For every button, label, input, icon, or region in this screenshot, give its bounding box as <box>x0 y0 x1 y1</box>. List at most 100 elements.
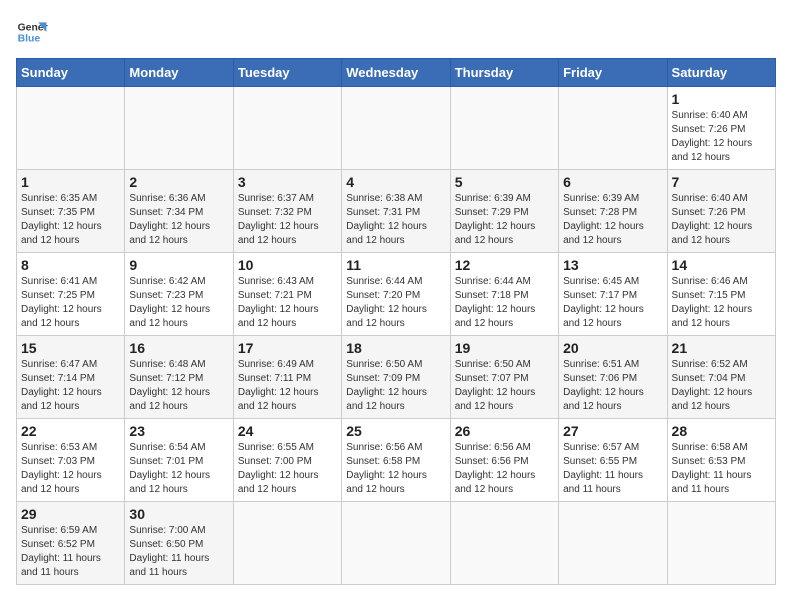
day-info: Sunrise: 6:47 AM Sunset: 7:14 PMDaylight… <box>21 358 120 414</box>
day-number: 23 <box>129 423 228 439</box>
calendar-week-row: 1 Sunrise: 6:40 AM Sunset: 7:26 PMDaylig… <box>17 87 776 170</box>
logo-icon: General Blue <box>16 16 48 48</box>
calendar-day-cell: 7 Sunrise: 6:40 AM Sunset: 7:26 PMDaylig… <box>667 170 775 253</box>
day-number: 17 <box>238 340 337 356</box>
calendar-day-cell <box>667 502 775 585</box>
page-header: General Blue <box>16 16 776 48</box>
day-info: Sunrise: 6:45 AM Sunset: 7:17 PMDaylight… <box>563 275 662 331</box>
day-info: Sunrise: 6:56 AM Sunset: 6:56 PMDaylight… <box>455 441 554 497</box>
calendar-day-cell: 10 Sunrise: 6:43 AM Sunset: 7:21 PMDayli… <box>233 253 341 336</box>
day-number: 19 <box>455 340 554 356</box>
calendar-week-row: 22 Sunrise: 6:53 AM Sunset: 7:03 PMDayli… <box>17 419 776 502</box>
calendar-day-cell <box>342 502 450 585</box>
day-header-thursday: Thursday <box>450 59 558 87</box>
calendar-day-cell: 19 Sunrise: 6:50 AM Sunset: 7:07 PMDayli… <box>450 336 558 419</box>
calendar-day-cell: 15 Sunrise: 6:47 AM Sunset: 7:14 PMDayli… <box>17 336 125 419</box>
day-info: Sunrise: 6:37 AM Sunset: 7:32 PMDaylight… <box>238 192 337 248</box>
day-info: Sunrise: 6:50 AM Sunset: 7:07 PMDaylight… <box>455 358 554 414</box>
calendar-day-cell: 21 Sunrise: 6:52 AM Sunset: 7:04 PMDayli… <box>667 336 775 419</box>
day-number: 28 <box>672 423 771 439</box>
calendar-day-cell <box>450 502 558 585</box>
calendar-day-cell: 2 Sunrise: 6:36 AM Sunset: 7:34 PMDaylig… <box>125 170 233 253</box>
calendar-day-cell: 27 Sunrise: 6:57 AM Sunset: 6:55 PMDayli… <box>559 419 667 502</box>
calendar-day-cell: 9 Sunrise: 6:42 AM Sunset: 7:23 PMDaylig… <box>125 253 233 336</box>
day-number: 22 <box>21 423 120 439</box>
day-info: Sunrise: 6:40 AM Sunset: 7:26 PMDaylight… <box>672 192 771 248</box>
day-info: Sunrise: 6:35 AM Sunset: 7:35 PMDaylight… <box>21 192 120 248</box>
day-info: Sunrise: 6:57 AM Sunset: 6:55 PMDaylight… <box>563 441 662 497</box>
calendar-day-cell <box>125 87 233 170</box>
day-number: 21 <box>672 340 771 356</box>
calendar-day-cell: 11 Sunrise: 6:44 AM Sunset: 7:20 PMDayli… <box>342 253 450 336</box>
calendar-day-cell: 1 Sunrise: 6:35 AM Sunset: 7:35 PMDaylig… <box>17 170 125 253</box>
day-info: Sunrise: 6:41 AM Sunset: 7:25 PMDaylight… <box>21 275 120 331</box>
calendar-day-cell: 4 Sunrise: 6:38 AM Sunset: 7:31 PMDaylig… <box>342 170 450 253</box>
calendar-day-cell: 23 Sunrise: 6:54 AM Sunset: 7:01 PMDayli… <box>125 419 233 502</box>
day-header-wednesday: Wednesday <box>342 59 450 87</box>
day-info: Sunrise: 6:48 AM Sunset: 7:12 PMDaylight… <box>129 358 228 414</box>
day-info: Sunrise: 6:36 AM Sunset: 7:34 PMDaylight… <box>129 192 228 248</box>
day-info: Sunrise: 6:40 AM Sunset: 7:26 PMDaylight… <box>672 109 771 165</box>
calendar-day-cell: 14 Sunrise: 6:46 AM Sunset: 7:15 PMDayli… <box>667 253 775 336</box>
calendar-day-cell <box>559 502 667 585</box>
day-number: 13 <box>563 257 662 273</box>
day-number: 3 <box>238 174 337 190</box>
day-number: 26 <box>455 423 554 439</box>
day-info: Sunrise: 7:00 AM Sunset: 6:50 PMDaylight… <box>129 524 228 580</box>
calendar-day-cell <box>342 87 450 170</box>
calendar-day-cell: 13 Sunrise: 6:45 AM Sunset: 7:17 PMDayli… <box>559 253 667 336</box>
day-number: 11 <box>346 257 445 273</box>
calendar-day-cell: 12 Sunrise: 6:44 AM Sunset: 7:18 PMDayli… <box>450 253 558 336</box>
day-number: 14 <box>672 257 771 273</box>
calendar-day-cell: 6 Sunrise: 6:39 AM Sunset: 7:28 PMDaylig… <box>559 170 667 253</box>
day-info: Sunrise: 6:58 AM Sunset: 6:53 PMDaylight… <box>672 441 771 497</box>
calendar-day-cell: 28 Sunrise: 6:58 AM Sunset: 6:53 PMDayli… <box>667 419 775 502</box>
day-number: 27 <box>563 423 662 439</box>
day-info: Sunrise: 6:55 AM Sunset: 7:00 PMDaylight… <box>238 441 337 497</box>
day-info: Sunrise: 6:42 AM Sunset: 7:23 PMDaylight… <box>129 275 228 331</box>
calendar-day-cell: 20 Sunrise: 6:51 AM Sunset: 7:06 PMDayli… <box>559 336 667 419</box>
day-number: 1 <box>672 91 771 107</box>
calendar-day-cell <box>559 87 667 170</box>
calendar-week-row: 1 Sunrise: 6:35 AM Sunset: 7:35 PMDaylig… <box>17 170 776 253</box>
day-number: 5 <box>455 174 554 190</box>
day-info: Sunrise: 6:49 AM Sunset: 7:11 PMDaylight… <box>238 358 337 414</box>
calendar-day-cell: 26 Sunrise: 6:56 AM Sunset: 6:56 PMDayli… <box>450 419 558 502</box>
day-number: 15 <box>21 340 120 356</box>
calendar-day-cell <box>233 502 341 585</box>
calendar-day-cell: 24 Sunrise: 6:55 AM Sunset: 7:00 PMDayli… <box>233 419 341 502</box>
day-number: 16 <box>129 340 228 356</box>
day-number: 8 <box>21 257 120 273</box>
day-info: Sunrise: 6:46 AM Sunset: 7:15 PMDaylight… <box>672 275 771 331</box>
day-number: 30 <box>129 506 228 522</box>
calendar-day-cell: 25 Sunrise: 6:56 AM Sunset: 6:58 PMDayli… <box>342 419 450 502</box>
svg-text:Blue: Blue <box>18 34 41 45</box>
day-info: Sunrise: 6:51 AM Sunset: 7:06 PMDaylight… <box>563 358 662 414</box>
calendar-day-cell: 16 Sunrise: 6:48 AM Sunset: 7:12 PMDayli… <box>125 336 233 419</box>
calendar-day-cell: 18 Sunrise: 6:50 AM Sunset: 7:09 PMDayli… <box>342 336 450 419</box>
calendar-week-row: 15 Sunrise: 6:47 AM Sunset: 7:14 PMDayli… <box>17 336 776 419</box>
day-info: Sunrise: 6:50 AM Sunset: 7:09 PMDaylight… <box>346 358 445 414</box>
day-number: 10 <box>238 257 337 273</box>
calendar-day-cell: 1 Sunrise: 6:40 AM Sunset: 7:26 PMDaylig… <box>667 87 775 170</box>
calendar-day-cell: 29 Sunrise: 6:59 AM Sunset: 6:52 PMDayli… <box>17 502 125 585</box>
day-header-monday: Monday <box>125 59 233 87</box>
day-number: 20 <box>563 340 662 356</box>
day-number: 2 <box>129 174 228 190</box>
calendar-week-row: 29 Sunrise: 6:59 AM Sunset: 6:52 PMDayli… <box>17 502 776 585</box>
day-info: Sunrise: 6:54 AM Sunset: 7:01 PMDaylight… <box>129 441 228 497</box>
day-number: 12 <box>455 257 554 273</box>
calendar-day-cell: 5 Sunrise: 6:39 AM Sunset: 7:29 PMDaylig… <box>450 170 558 253</box>
day-info: Sunrise: 6:44 AM Sunset: 7:20 PMDaylight… <box>346 275 445 331</box>
day-header-friday: Friday <box>559 59 667 87</box>
day-number: 29 <box>21 506 120 522</box>
calendar-day-cell: 22 Sunrise: 6:53 AM Sunset: 7:03 PMDayli… <box>17 419 125 502</box>
calendar-day-cell <box>450 87 558 170</box>
day-info: Sunrise: 6:44 AM Sunset: 7:18 PMDaylight… <box>455 275 554 331</box>
logo: General Blue <box>16 16 48 48</box>
calendar-table: SundayMondayTuesdayWednesdayThursdayFrid… <box>16 58 776 585</box>
day-number: 9 <box>129 257 228 273</box>
day-header-sunday: Sunday <box>17 59 125 87</box>
calendar-day-cell: 30 Sunrise: 7:00 AM Sunset: 6:50 PMDayli… <box>125 502 233 585</box>
calendar-header-row: SundayMondayTuesdayWednesdayThursdayFrid… <box>17 59 776 87</box>
